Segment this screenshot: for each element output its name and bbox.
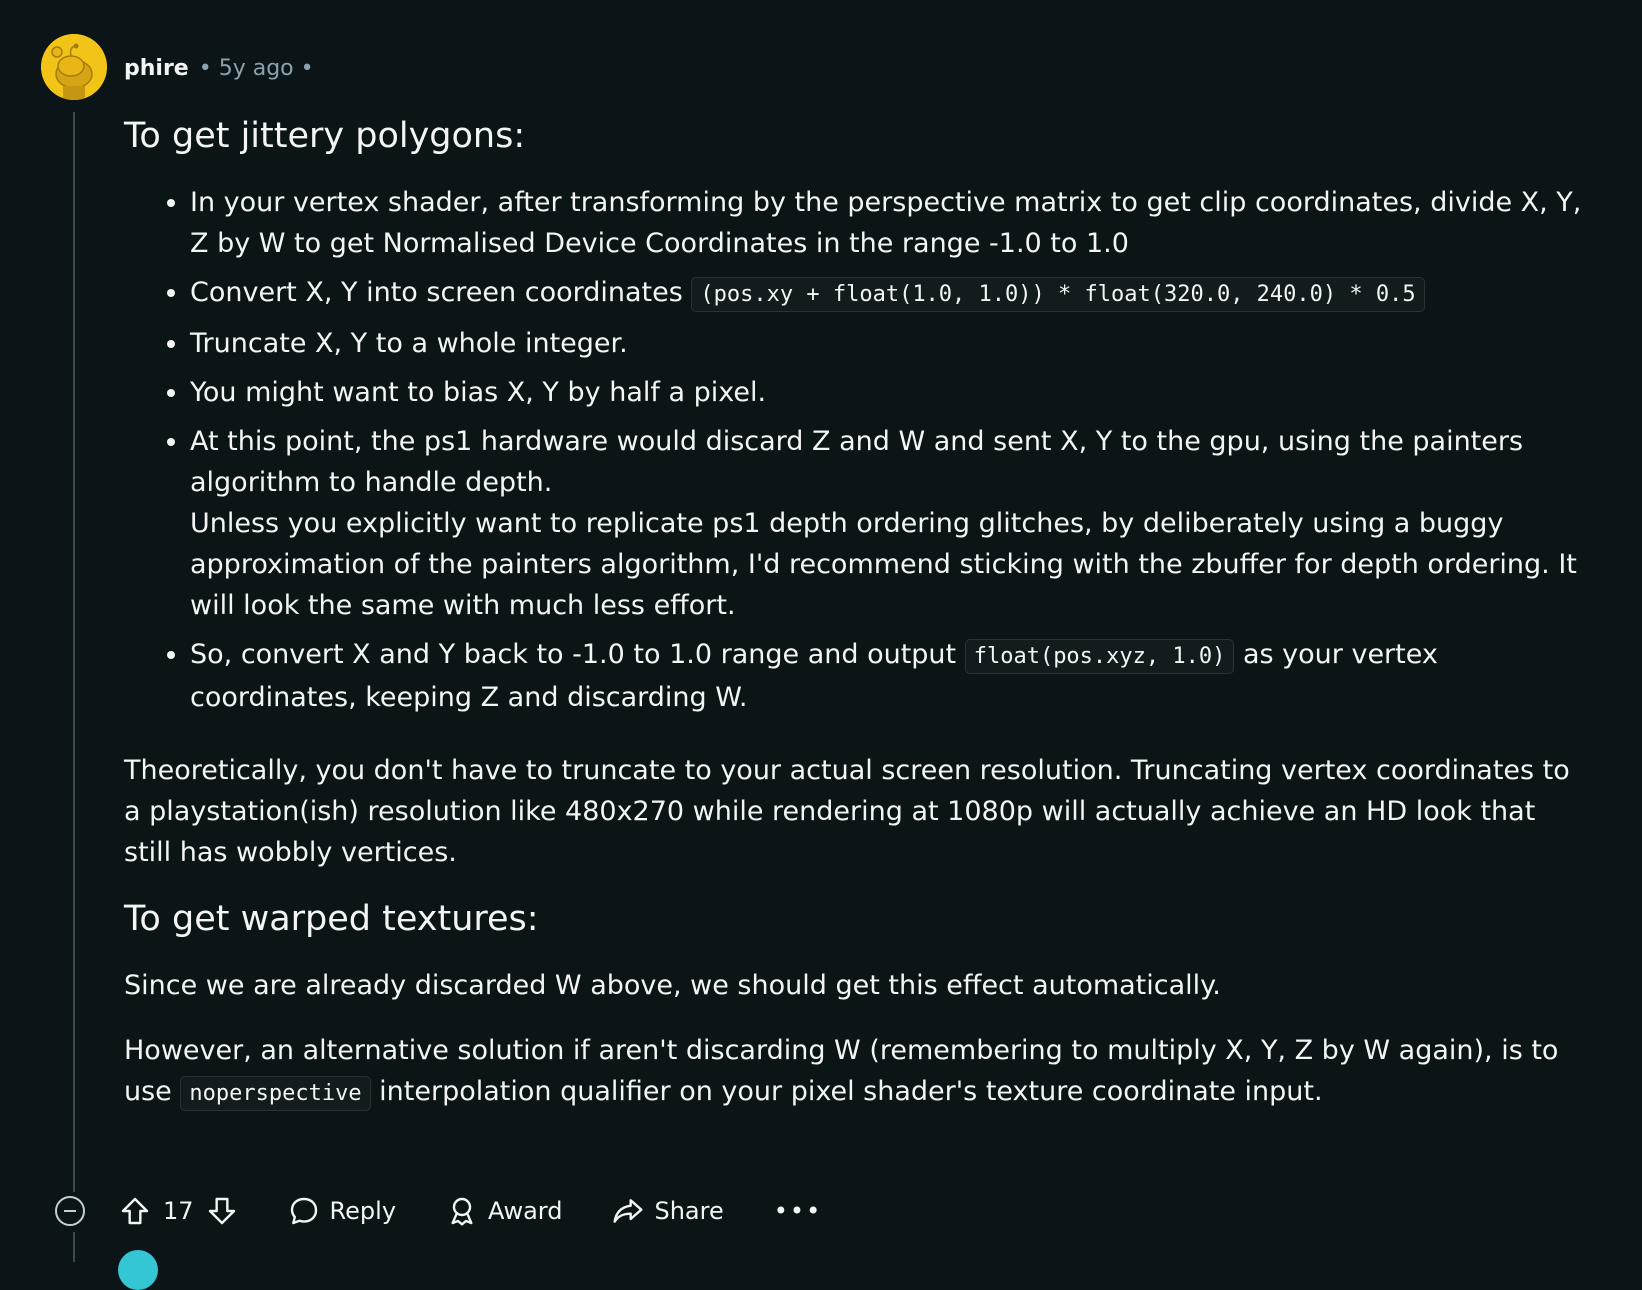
downvote-icon[interactable]	[206, 1195, 238, 1227]
list-item: At this point, the ps1 hardware would di…	[190, 421, 1584, 626]
collapse-thread-button[interactable]	[55, 1196, 85, 1226]
award-button[interactable]: Award	[446, 1195, 562, 1227]
comment-actions: 17 Reply Award Share •••	[55, 1191, 822, 1231]
author-name[interactable]: phire	[124, 56, 189, 81]
list-item: So, convert X and Y back to -1.0 to 1.0 …	[190, 634, 1584, 718]
list-item: Truncate X, Y to a whole integer.	[190, 323, 1584, 364]
heading-warped-textures: To get warped textures:	[124, 899, 539, 939]
comment: phire • 5y ago • To get jittery polygons…	[0, 0, 1642, 1290]
award-label: Award	[488, 1197, 563, 1225]
comment-header: phire • 5y ago •	[124, 50, 314, 86]
more-options-button[interactable]: •••	[774, 1197, 822, 1225]
award-icon	[446, 1195, 478, 1227]
upvote-icon[interactable]	[119, 1195, 151, 1227]
share-label: Share	[654, 1197, 724, 1225]
next-comment-avatar[interactable]	[118, 1250, 158, 1290]
thread-line[interactable]	[73, 112, 75, 1192]
heading-jittery-polygons: To get jittery polygons:	[124, 116, 526, 156]
paragraph-theoretically: Theoretically, you don't have to truncat…	[124, 755, 1570, 868]
minus-icon	[64, 1210, 76, 1212]
vote-count: 17	[163, 1197, 194, 1225]
comment-body: To get jittery polygons: In your vertex …	[124, 108, 1584, 1138]
list-item: Convert X, Y into screen coordinates (po…	[190, 272, 1584, 315]
avatar[interactable]	[41, 34, 107, 100]
share-button[interactable]: Share	[612, 1195, 724, 1227]
list-item: In your vertex shader, after transformin…	[190, 182, 1584, 264]
timestamp: • 5y ago •	[198, 55, 314, 81]
inline-code: noperspective	[180, 1076, 371, 1111]
paragraph-since: Since we are already discarded W above, …	[124, 970, 1221, 1001]
vote-controls: 17	[119, 1195, 238, 1227]
share-arrow-icon	[612, 1195, 644, 1227]
thread-line[interactable]	[73, 1232, 75, 1262]
speech-bubble-icon	[288, 1195, 320, 1227]
reply-button[interactable]: Reply	[288, 1195, 396, 1227]
list-item: You might want to bias X, Y by half a pi…	[190, 372, 1584, 413]
snoo-avatar-icon	[41, 34, 107, 100]
inline-code: (pos.xy + float(1.0, 1.0)) * float(320.0…	[691, 277, 1425, 312]
ellipsis-icon: •••	[773, 1197, 823, 1225]
steps-list: In your vertex shader, after transformin…	[124, 182, 1584, 718]
paragraph-however: However, an alternative solution if aren…	[124, 1030, 1584, 1114]
reply-label: Reply	[329, 1197, 397, 1225]
inline-code: float(pos.xyz, 1.0)	[964, 639, 1235, 674]
